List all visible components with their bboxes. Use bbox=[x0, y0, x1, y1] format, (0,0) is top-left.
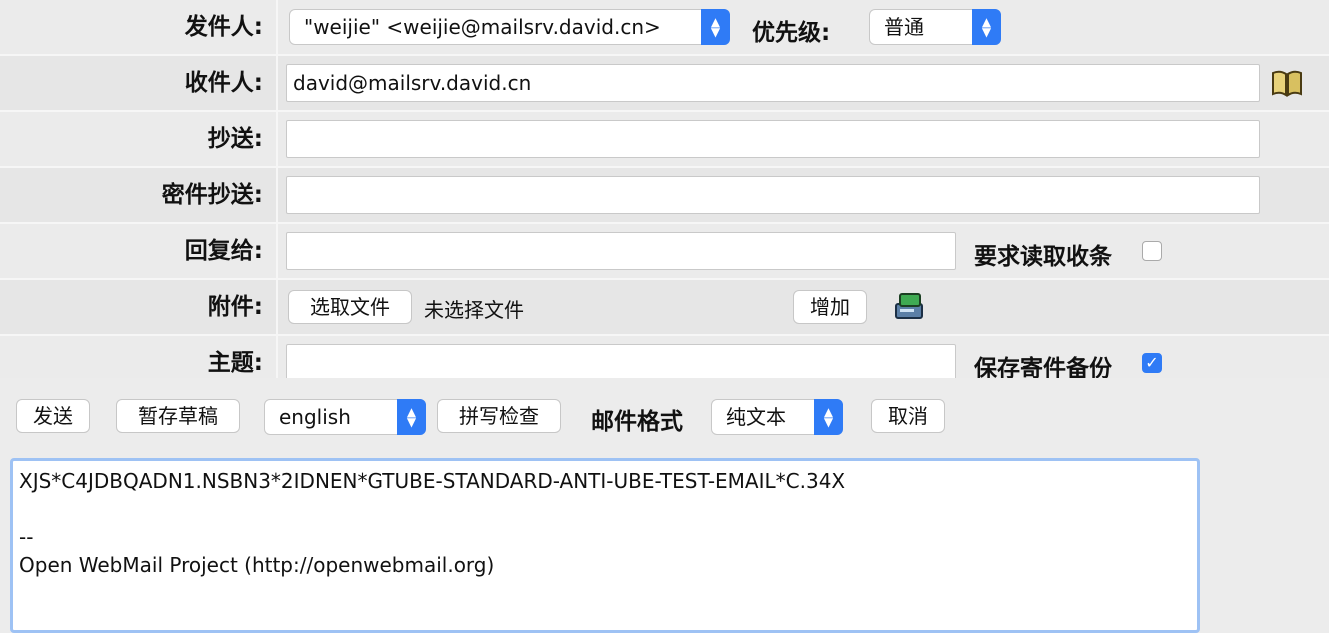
mail-format-value: 纯文本 bbox=[726, 405, 786, 429]
bcc-input[interactable] bbox=[286, 176, 1260, 214]
divider bbox=[276, 112, 278, 166]
save-draft-button[interactable]: 暂存草稿 bbox=[116, 399, 240, 433]
spell-check-button[interactable]: 拼写检查 bbox=[437, 399, 561, 433]
choose-file-button[interactable]: 选取文件 bbox=[288, 290, 412, 324]
to-row: 收件人: david@mailsrv.david.cn bbox=[0, 56, 1329, 112]
cc-input[interactable] bbox=[286, 120, 1260, 158]
save-copy-checkbox[interactable]: ✓ bbox=[1142, 353, 1162, 373]
priority-select[interactable]: 普通 ▲ ▼ bbox=[869, 9, 1001, 45]
mail-format-label: 邮件格式 bbox=[591, 409, 683, 435]
mail-format-select[interactable]: 纯文本 ▲ ▼ bbox=[711, 399, 843, 435]
select-arrows-icon: ▲ ▼ bbox=[814, 399, 843, 435]
attachment-drive-icon[interactable] bbox=[892, 290, 928, 324]
priority-label: 优先级: bbox=[752, 20, 831, 46]
priority-value: 普通 bbox=[884, 15, 924, 39]
attachment-label: 附件: bbox=[207, 294, 263, 320]
cancel-button[interactable]: 取消 bbox=[871, 399, 945, 433]
send-button[interactable]: 发送 bbox=[16, 399, 90, 433]
select-arrows-icon: ▲ ▼ bbox=[397, 399, 426, 435]
language-select[interactable]: english ▲ ▼ bbox=[264, 399, 426, 435]
compose-toolbar: 发送 暂存草稿 english ▲ ▼ 拼写检查 邮件格式 纯文本 ▲ ▼ 取消 bbox=[0, 378, 1329, 448]
read-receipt-label: 要求读取收条 bbox=[974, 244, 1112, 270]
language-value: english bbox=[279, 405, 351, 429]
select-arrows-icon: ▲ ▼ bbox=[701, 9, 730, 45]
sender-select[interactable]: "weijie" <weijie@mailsrv.david.cn> ▲ ▼ bbox=[289, 9, 730, 45]
bcc-label: 密件抄送: bbox=[161, 182, 263, 208]
reply-to-row: 回复给: 要求读取收条 bbox=[0, 224, 1329, 280]
reply-to-input[interactable] bbox=[286, 232, 956, 270]
sender-row: 发件人: "weijie" <weijie@mailsrv.david.cn> … bbox=[0, 0, 1329, 56]
divider bbox=[276, 0, 278, 54]
attachment-row: 附件: 选取文件 未选择文件 增加 bbox=[0, 280, 1329, 336]
read-receipt-checkbox[interactable] bbox=[1142, 241, 1162, 261]
cc-row: 抄送: bbox=[0, 112, 1329, 168]
divider bbox=[276, 280, 278, 334]
divider bbox=[276, 224, 278, 278]
message-body-textarea[interactable]: XJS*C4JDBQADN1.NSBN3*2IDNEN*GTUBE-STANDA… bbox=[10, 458, 1200, 633]
reply-to-label: 回复给: bbox=[184, 238, 263, 264]
cc-label: 抄送: bbox=[207, 126, 263, 152]
bcc-row: 密件抄送: bbox=[0, 168, 1329, 224]
to-label: 收件人: bbox=[184, 70, 263, 96]
add-attachment-button[interactable]: 增加 bbox=[793, 290, 867, 324]
to-input[interactable]: david@mailsrv.david.cn bbox=[286, 64, 1260, 102]
no-file-chosen-text: 未选择文件 bbox=[424, 298, 524, 322]
sender-label: 发件人: bbox=[184, 14, 263, 40]
select-arrows-icon: ▲ ▼ bbox=[972, 9, 1001, 45]
address-book-icon[interactable] bbox=[1270, 68, 1304, 98]
subject-input[interactable] bbox=[286, 344, 956, 382]
divider bbox=[276, 56, 278, 110]
sender-value: "weijie" <weijie@mailsrv.david.cn> bbox=[304, 15, 661, 39]
compose-form: 发件人: "weijie" <weijie@mailsrv.david.cn> … bbox=[0, 0, 1329, 392]
divider bbox=[276, 168, 278, 222]
